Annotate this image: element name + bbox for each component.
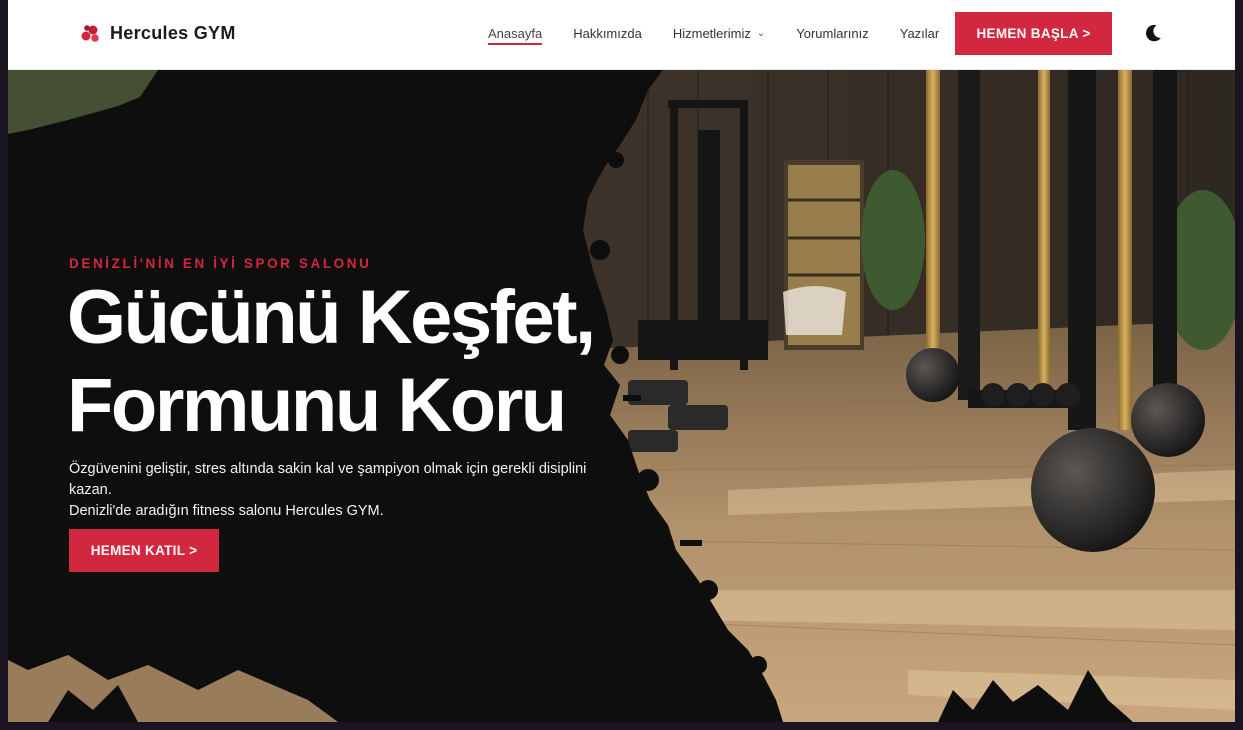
join-now-button[interactable]: HEMEN KATIL > <box>69 529 219 572</box>
hero-description-line-1: Özgüvenini geliştir, stres altında sakin… <box>69 461 587 498</box>
get-started-button[interactable]: HEMEN BAŞLA > <box>955 12 1112 55</box>
hero-eyebrow: DENİZLİ'NİN EN İYİ SPOR SALONU <box>69 256 372 271</box>
hero-description-line-2: Denizli'de aradığın fitness salonu Hercu… <box>69 503 384 519</box>
hero-headline-line-2: Formunu Koru <box>67 363 567 448</box>
hercules-logo-icon <box>81 25 99 42</box>
hero-description: Özgüvenini geliştir, stres altında sakin… <box>69 459 629 522</box>
site-header: Hercules GYM Anasayfa Hakkımızda Hizmetl… <box>8 0 1235 70</box>
hero-section: DENİZLİ'NİN EN İYİ SPOR SALONU Gücünü Ke… <box>8 70 1235 722</box>
hero-headline-line-1: Gücünü Keşfet, <box>67 275 596 360</box>
nav-item-hakkimizda[interactable]: Hakkımızda <box>573 26 642 41</box>
nav-item-hizmetlerimiz[interactable]: Hizmetlerimiz ⌄ <box>673 26 765 41</box>
chevron-down-icon: ⌄ <box>756 27 766 39</box>
nav-item-yorumlariniz[interactable]: Yorumlarınız <box>796 26 869 41</box>
moon-icon[interactable] <box>1143 23 1163 43</box>
nav-item-anasayfa[interactable]: Anasayfa <box>488 26 543 45</box>
nav-item-hizmetlerimiz-label: Hizmetlerimiz <box>672 25 751 41</box>
nav-item-yazilar[interactable]: Yazılar <box>900 26 940 41</box>
page-frame: Hercules GYM Anasayfa Hakkımızda Hizmetl… <box>8 0 1235 722</box>
brand-name: Hercules GYM <box>110 22 236 43</box>
main-nav: Anasayfa Hakkımızda Hizmetlerimiz ⌄ Yorum… <box>488 0 970 66</box>
hero-headline: Gücünü Keşfet, Formunu Koru <box>67 274 596 450</box>
logo[interactable]: Hercules GYM <box>80 21 236 45</box>
